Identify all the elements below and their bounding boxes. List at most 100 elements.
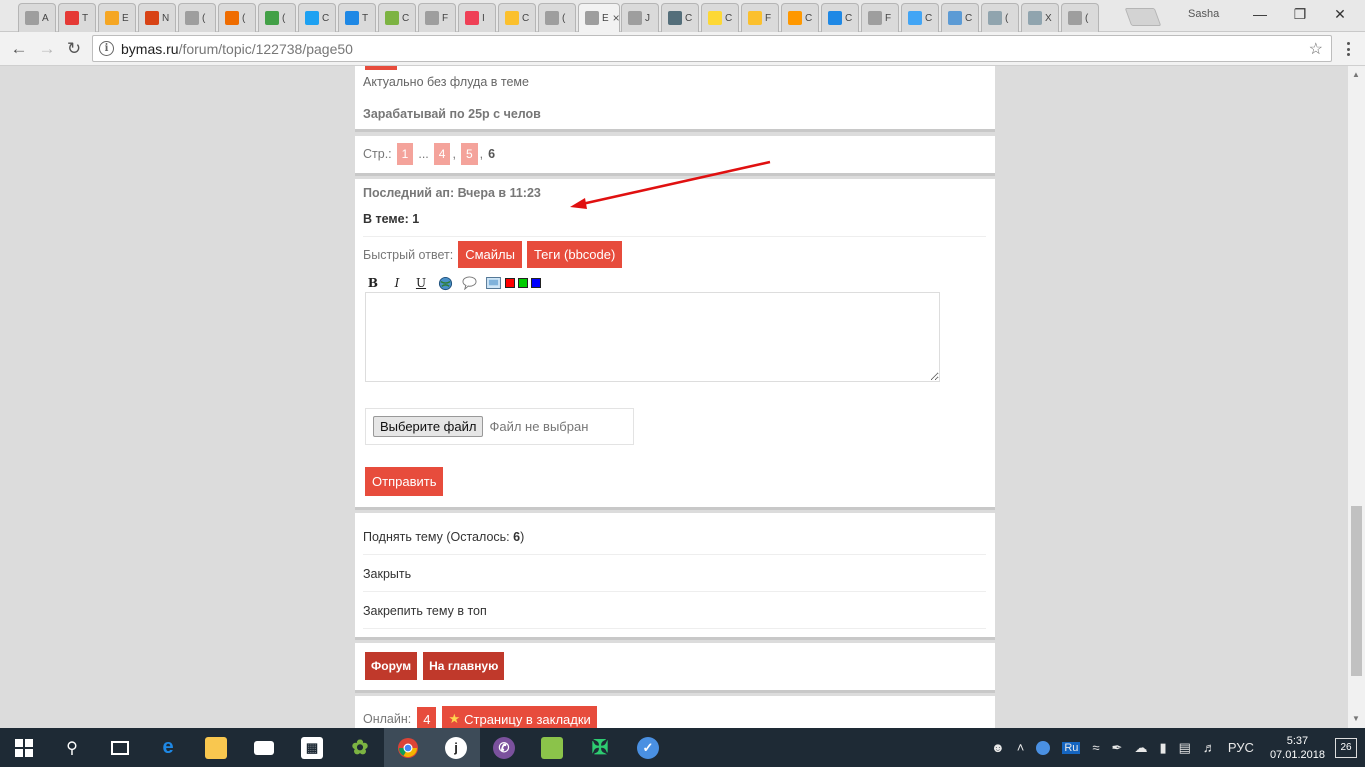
browser-tab-title: C <box>805 12 813 24</box>
vpn-icon[interactable]: ✓ <box>624 728 672 767</box>
browser-tab[interactable]: C <box>378 3 416 32</box>
browser-tab[interactable]: A <box>18 3 56 32</box>
browser-tab[interactable]: C <box>821 3 859 32</box>
browser-tab[interactable]: E × <box>578 3 620 32</box>
tray-arrow-icon[interactable]: ˄ <box>1017 740 1025 755</box>
globe-icon <box>345 11 359 25</box>
info-icon[interactable]: i <box>99 41 114 56</box>
people-icon[interactable]: ☻ <box>991 740 1005 755</box>
browser-tab[interactable]: C <box>901 3 939 32</box>
browser-tab[interactable]: ( <box>981 3 1019 32</box>
windows-taskbar: ⚲ e ▦ ✿ j ✆ ✠ ✓ ☻ ˄ Ru ≈ ✒ ☁ ▮ ▤ ♬ РУС 5… <box>0 728 1365 767</box>
browser-toolbar: ← → ↻ i bymas.ru/forum/topic/122738/page… <box>0 32 1365 66</box>
start-icon[interactable] <box>0 728 48 767</box>
browser-tab[interactable]: T <box>338 3 376 32</box>
browser-tab-title: F <box>442 12 449 24</box>
address-bar[interactable]: i bymas.ru/forum/topic/122738/page50 ☆ <box>92 35 1332 62</box>
browser-tab-title: C <box>522 12 530 24</box>
browser-tab[interactable]: F <box>418 3 456 32</box>
url-host: bymas.ru <box>121 40 179 57</box>
keyboard-layout-icon[interactable]: Ru <box>1062 741 1081 754</box>
mail-icon[interactable] <box>240 728 288 767</box>
browser-tab[interactable]: J <box>621 3 659 32</box>
browser-tab[interactable]: C <box>701 3 739 32</box>
sim-icon <box>105 11 119 25</box>
language-indicator[interactable]: РУС <box>1228 740 1254 755</box>
pocket-icon <box>465 11 479 25</box>
profile-name[interactable]: Sasha <box>1188 8 1219 20</box>
scroll-down-icon[interactable]: ▼ <box>1352 714 1360 723</box>
browser-tab-title: C <box>685 12 693 24</box>
close-window-icon[interactable]: ✕ <box>1320 4 1360 24</box>
browser-tab-title: F <box>885 12 892 24</box>
network-icon[interactable]: ▤ <box>1179 740 1191 756</box>
close-tab-icon[interactable]: × <box>613 11 619 25</box>
browser-tab[interactable]: C <box>661 3 699 32</box>
notifications-icon[interactable]: 26 <box>1335 737 1357 758</box>
browser-tab[interactable]: T <box>58 3 96 32</box>
browser-tab[interactable]: E <box>98 3 136 32</box>
browser-tab-title: ( <box>1085 12 1089 24</box>
browser-tab[interactable]: ( <box>538 3 576 32</box>
file-explorer-icon[interactable] <box>192 728 240 767</box>
new-tab-button[interactable] <box>1124 8 1162 26</box>
wifi-icon[interactable]: ≈ <box>1092 740 1099 755</box>
shield-icon <box>988 11 1002 25</box>
store-icon[interactable]: ▦ <box>288 728 336 767</box>
battery-icon[interactable]: ▮ <box>1159 740 1166 756</box>
j-app-icon[interactable]: j <box>432 728 480 767</box>
browser-tab[interactable]: C <box>298 3 336 32</box>
clover-icon[interactable]: ✠ <box>576 728 624 767</box>
annotation-arrow <box>570 160 771 209</box>
icq-icon[interactable]: ✿ <box>336 728 384 767</box>
browser-tab[interactable]: ( <box>258 3 296 32</box>
task-view-icon[interactable] <box>96 728 144 767</box>
scroll-up-icon[interactable]: ▲ <box>1352 70 1360 79</box>
browser-tab-title: X <box>1045 12 1052 24</box>
menu-icon[interactable] <box>1340 40 1356 58</box>
browser-tab-title: ( <box>562 12 566 24</box>
edge-icon[interactable]: e <box>144 728 192 767</box>
browser-tab[interactable]: X <box>1021 3 1059 32</box>
doc-icon <box>545 11 559 25</box>
url-path: /forum/topic/122738/page50 <box>178 40 353 57</box>
rss-icon <box>265 11 279 25</box>
bookmark-star-icon[interactable]: ☆ <box>1309 39 1323 59</box>
restore-icon[interactable]: ❐ <box>1280 4 1320 24</box>
browser-tab-title: T <box>82 12 89 24</box>
browser-tab-title: C <box>322 12 330 24</box>
page-scrollbar[interactable]: ▲ ▼ <box>1348 66 1365 728</box>
notepad-icon[interactable] <box>528 728 576 767</box>
doc-icon <box>868 11 882 25</box>
chrome-icon[interactable] <box>384 728 432 767</box>
browser-tab[interactable]: C <box>781 3 819 32</box>
browser-tab[interactable]: ( <box>218 3 256 32</box>
vpn-tray-icon[interactable] <box>1036 740 1051 755</box>
browser-tab-title: ( <box>242 12 246 24</box>
clock[interactable]: 5:37 07.01.2018 <box>1270 734 1325 762</box>
rocket-icon <box>668 11 682 25</box>
reload-icon[interactable]: ↻ <box>63 38 85 60</box>
browser-tab-title: F <box>765 12 772 24</box>
feather-icon[interactable]: ✒ <box>1112 740 1123 756</box>
browser-tab[interactable]: C <box>941 3 979 32</box>
doc-icon <box>628 11 642 25</box>
browser-tab[interactable]: F <box>861 3 899 32</box>
browser-tab-title: J <box>645 12 650 24</box>
browser-tab[interactable]: C <box>498 3 536 32</box>
viber-icon[interactable]: ✆ <box>480 728 528 767</box>
minimize-icon[interactable]: — <box>1240 4 1280 24</box>
cloud-icon[interactable]: ☁ <box>1134 740 1147 756</box>
browser-tab[interactable]: ( <box>1061 3 1099 32</box>
back-icon[interactable]: ← <box>8 38 30 60</box>
pen-icon <box>225 11 239 25</box>
browser-tab[interactable]: F <box>741 3 779 32</box>
browser-tab[interactable]: I <box>458 3 496 32</box>
browser-tab[interactable]: N <box>138 3 176 32</box>
scroll-thumb[interactable] <box>1351 506 1362 676</box>
volume-icon[interactable]: ♬ <box>1203 740 1216 755</box>
search-icon[interactable]: ⚲ <box>48 728 96 767</box>
forward-icon[interactable]: → <box>36 38 58 60</box>
browser-tab[interactable]: ( <box>178 3 216 32</box>
doc-icon <box>185 11 199 25</box>
